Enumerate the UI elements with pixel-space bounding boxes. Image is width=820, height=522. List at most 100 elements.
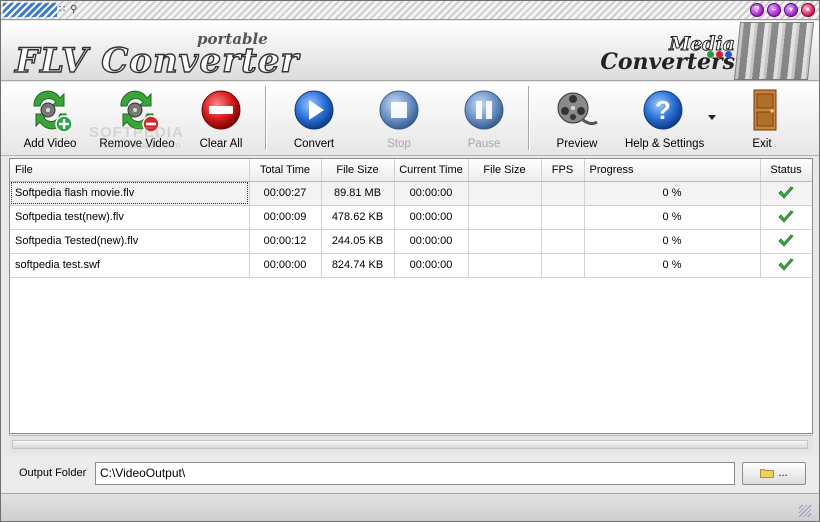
clear-all-button[interactable]: Clear All [197,86,245,152]
stop-icon [379,90,419,130]
checkmark-icon [778,210,794,223]
status-bar [1,493,819,521]
close-button[interactable]: × [801,3,815,17]
column-header-file[interactable]: File [10,159,250,182]
window-controls: ? – ▾ × [750,3,815,17]
stop-label: Stop [387,138,411,150]
toolbar: Add Video Remove Video Clear All Convert… [1,82,819,156]
toolbar-separator [265,86,267,150]
title-grip-icon: ∷ ⚲ [59,4,79,15]
cell-status [760,181,812,206]
minimize-button[interactable]: – [767,3,781,17]
cell-file: Softpedia test(new).flv [10,205,250,230]
cell-file-size: 824.74 KB [321,253,395,278]
toolbar-separator [528,86,530,150]
help-settings-label: Help & Settings [625,138,705,150]
table-row[interactable]: Softpedia test(new).flv 00:00:09 478.62 … [10,205,812,230]
column-header-current-time[interactable]: Current Time [394,159,469,182]
column-header-fps[interactable]: FPS [541,159,585,182]
help-window-button[interactable]: ? [750,3,764,17]
resize-grip-icon[interactable] [799,505,811,517]
remove-video-button[interactable]: Remove Video [99,86,175,152]
file-list-grid[interactable]: File Total Time File Size Current Time F… [9,158,813,434]
table-row[interactable]: softpedia test.swf 00:00:00 824.74 KB 00… [10,253,812,278]
cell-fps [541,229,585,254]
exit-button[interactable]: Exit [741,86,783,152]
add-video-button[interactable]: Add Video [19,86,81,152]
column-header-file-size[interactable]: File Size [321,159,395,182]
brand-dot-green [707,51,714,58]
cell-total-time: 00:00:00 [249,253,322,278]
cell-output-size [468,205,542,230]
cell-file: softpedia test.swf [10,253,250,278]
cell-total-time: 00:00:09 [249,205,322,230]
cell-progress: 0 % [584,205,761,230]
browse-folder-button[interactable]: ... [742,462,806,485]
clear-all-icon [201,90,241,130]
cell-output-size [468,253,542,278]
film-strip-icon [733,22,815,80]
column-header-progress[interactable]: Progress [584,159,761,182]
preview-button[interactable]: Preview [551,86,603,152]
brand-dot-red [716,51,723,58]
column-header-status[interactable]: Status [760,159,812,182]
column-header-output-size[interactable]: File Size [468,159,542,182]
column-header-total-time[interactable]: Total Time [249,159,322,182]
cell-current-time: 00:00:00 [394,253,469,278]
title-stripes [3,3,57,17]
cell-file-size: 244.05 KB [321,229,395,254]
app-logo: FLV Converter [14,40,300,81]
pause-label: Pause [467,138,501,150]
cell-current-time: 00:00:00 [394,205,469,230]
cell-total-time: 00:00:12 [249,229,322,254]
cell-status [760,253,812,278]
exit-label: Exit [752,138,772,150]
clear-all-label: Clear All [199,138,243,150]
remove-video-label: Remove Video [99,138,175,150]
file-table: File Total Time File Size Current Time F… [10,159,812,278]
overall-progress-bar [12,440,808,449]
brand-dot-blue [725,51,732,58]
output-folder-row: Output Folder C:\VideoOutput\ ... [1,456,819,492]
checkmark-icon [778,258,794,271]
convert-label: Convert [293,138,335,150]
svg-text:?: ? [655,95,671,125]
remove-video-icon [120,90,160,133]
convert-button[interactable]: Convert [289,86,339,152]
header-banner: portable FLV Converter Media Converters [1,21,819,82]
help-dropdown-arrow-icon[interactable] [708,115,716,120]
add-video-icon [33,90,73,133]
maximize-button[interactable]: ▾ [784,3,798,17]
cell-file: Softpedia flash movie.flv [10,181,250,206]
table-header: File Total Time File Size Current Time F… [10,159,812,182]
table-row[interactable]: Softpedia flash movie.flv 00:00:27 89.81… [10,181,812,206]
play-icon [294,90,334,130]
cell-current-time: 00:00:00 [394,229,469,254]
cell-total-time: 00:00:27 [249,181,322,206]
cell-status [760,205,812,230]
cell-progress: 0 % [584,253,761,278]
preview-label: Preview [556,138,598,150]
pause-icon [464,90,504,130]
cell-output-size [468,229,542,254]
cell-status [760,229,812,254]
cell-fps [541,205,585,230]
output-folder-input[interactable]: C:\VideoOutput\ [95,462,735,485]
table-row[interactable]: Softpedia Tested(new).flv 00:00:12 244.0… [10,229,812,254]
help-settings-button[interactable]: ? Help & Settings [625,86,705,152]
cell-file: Softpedia Tested(new).flv [10,229,250,254]
cell-progress: 0 % [584,229,761,254]
cell-output-size [468,181,542,206]
help-icon: ? [643,90,683,130]
add-video-label: Add Video [23,138,77,150]
cell-progress: 0 % [584,181,761,206]
stop-button[interactable]: Stop [375,86,423,152]
pause-button[interactable]: Pause [460,86,508,152]
title-bar[interactable]: ∷ ⚲ ? – ▾ × [1,1,819,20]
cell-fps [541,181,585,206]
door-exit-icon [753,89,777,131]
progress-strip [9,435,813,453]
app-window: ∷ ⚲ ? – ▾ × portable FLV Converter Media… [0,0,820,522]
cell-file-size: 89.81 MB [321,181,395,206]
cell-fps [541,253,585,278]
